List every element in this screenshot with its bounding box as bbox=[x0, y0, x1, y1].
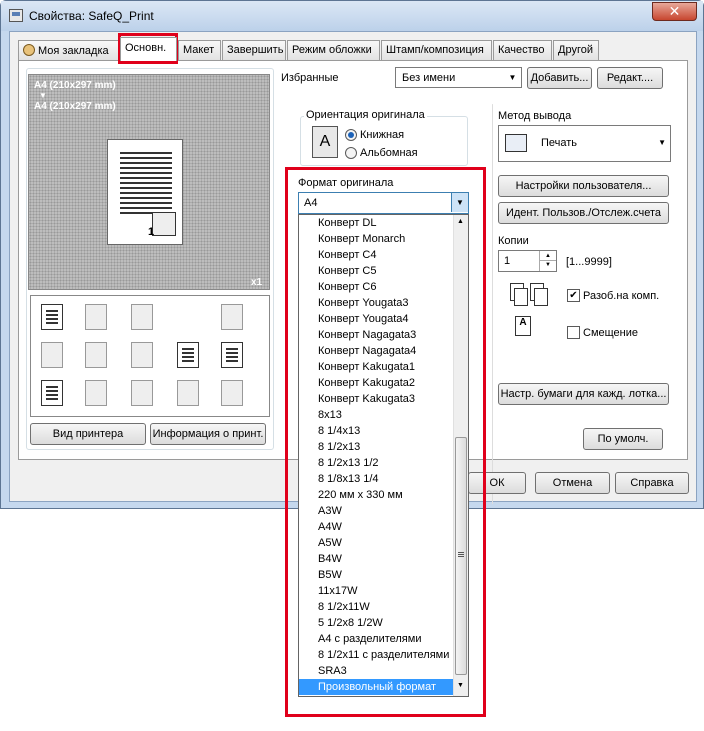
duplex-icon[interactable] bbox=[41, 342, 63, 368]
help-button[interactable]: Справка bbox=[615, 472, 689, 494]
copy-stack-icon[interactable] bbox=[131, 304, 153, 330]
offset-checkbox[interactable] bbox=[567, 326, 580, 339]
edit-favorite-button[interactable]: Редакт.... bbox=[597, 67, 663, 89]
copies-label: Копии bbox=[498, 235, 529, 247]
offset-label: Смещение bbox=[583, 327, 639, 339]
finisher-icon[interactable] bbox=[221, 342, 243, 368]
tab-quality[interactable]: Качество bbox=[493, 40, 552, 60]
collate-label: Разоб.на комп. bbox=[583, 290, 660, 302]
account-icon[interactable] bbox=[131, 380, 153, 406]
copies-range: [1...9999] bbox=[566, 256, 612, 268]
booklet-icon[interactable] bbox=[85, 304, 107, 330]
defaults-button[interactable]: По умолч. bbox=[583, 428, 663, 450]
nup-icon[interactable] bbox=[85, 342, 107, 368]
add-favorite-button[interactable]: Добавить... bbox=[527, 67, 592, 89]
printer-app-icon bbox=[9, 9, 23, 22]
tab-cover-mode[interactable]: Режим обложки bbox=[287, 40, 380, 60]
cancel-button[interactable]: Отмена bbox=[535, 472, 610, 494]
tray-settings-button[interactable]: Настр. бумаги для кажд. лотка... bbox=[498, 383, 669, 405]
watermark-icon[interactable] bbox=[177, 342, 199, 368]
annotation-box-paper-size bbox=[285, 167, 486, 717]
printer-info-button[interactable]: Информация о принт. bbox=[150, 423, 266, 445]
favorites-select[interactable]: Без имени ▼ bbox=[395, 67, 522, 88]
portrait-label: Книжная bbox=[360, 129, 405, 141]
page-preview: A4 (210x297 mm) ▼ A4 (210x297 mm) 1 x1 bbox=[28, 74, 270, 290]
spin-up-icon[interactable]: ▲ bbox=[540, 251, 556, 261]
function-icon-grid bbox=[30, 295, 270, 417]
window-title: Свойства: SafeQ_Print bbox=[29, 9, 154, 23]
landscape-label: Альбомная bbox=[360, 147, 418, 159]
user-settings-button[interactable]: Настройки пользователя... bbox=[498, 175, 669, 197]
tab-other[interactable]: Другой bbox=[553, 40, 599, 60]
user-secure-icon[interactable] bbox=[85, 380, 107, 406]
chevron-down-icon: ▼ bbox=[658, 138, 666, 147]
stamp-icon[interactable] bbox=[221, 304, 243, 330]
separator bbox=[492, 104, 493, 504]
close-button[interactable]: ✕ bbox=[652, 2, 697, 21]
user-auth-button[interactable]: Идент. Пользов./Отслеж.счета bbox=[498, 202, 669, 224]
tab-finish[interactable]: Завершить bbox=[222, 40, 286, 60]
output-select[interactable]: Печать ▼ bbox=[498, 125, 671, 162]
portrait-radio[interactable] bbox=[345, 129, 357, 141]
collate-icon bbox=[508, 283, 548, 311]
title-bar[interactable]: Свойства: SafeQ_Print ✕ bbox=[1, 1, 703, 31]
orientation-title: Ориентация оригинала bbox=[304, 109, 427, 121]
document-icon[interactable] bbox=[41, 380, 63, 406]
output-title: Метод вывода bbox=[498, 110, 572, 122]
spin-down-icon[interactable]: ▼ bbox=[540, 261, 556, 270]
tab-stamp[interactable]: Штамп/композиция bbox=[381, 40, 492, 60]
clock-doc-icon[interactable] bbox=[177, 380, 199, 406]
banner-icon[interactable] bbox=[221, 380, 243, 406]
chevron-down-icon: ▼ bbox=[508, 73, 517, 82]
collate-checkbox[interactable]: ✔ bbox=[567, 289, 580, 302]
user-icon bbox=[23, 44, 35, 56]
landscape-radio[interactable] bbox=[345, 147, 357, 159]
tab-my-tab[interactable]: Моя закладка bbox=[18, 40, 119, 60]
favorites-label: Избранные bbox=[281, 72, 339, 84]
copies-spinner[interactable]: ▲ ▼ bbox=[539, 251, 556, 271]
printer-view-button[interactable]: Вид принтера bbox=[30, 423, 146, 445]
offset-icon: A bbox=[515, 316, 539, 344]
tab-basic[interactable]: Основн. bbox=[120, 37, 177, 61]
print-direct-icon[interactable] bbox=[41, 304, 63, 330]
preview-sheet: 1 bbox=[107, 139, 183, 245]
printer-icon bbox=[505, 134, 527, 152]
tab-layout[interactable]: Макет bbox=[178, 40, 221, 60]
orientation-icon: A bbox=[312, 126, 338, 158]
text-a-icon[interactable] bbox=[131, 342, 153, 368]
